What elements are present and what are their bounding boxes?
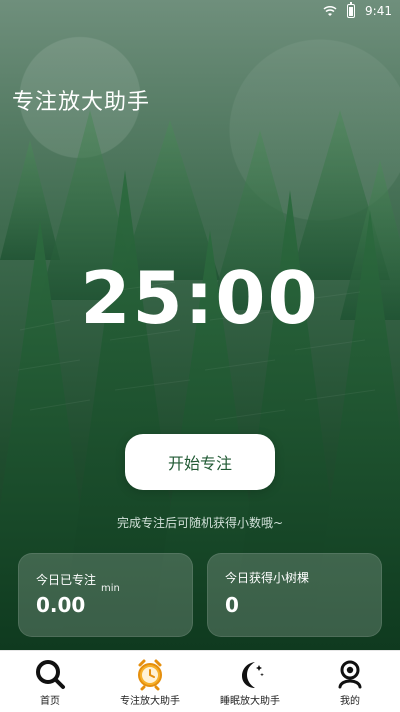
battery-icon <box>347 2 356 18</box>
moon-stars-icon <box>242 662 264 688</box>
user-icon <box>338 660 362 689</box>
tab-sleep-assistant[interactable]: 睡眠放大助手 <box>200 651 300 712</box>
alarm-clock-icon <box>138 659 162 691</box>
tab-home[interactable]: 首页 <box>0 651 100 712</box>
search-icon <box>36 660 65 689</box>
tab-label-sleep-assistant: 睡眠放大助手 <box>220 696 280 707</box>
today-focus-unit: min <box>101 583 120 594</box>
countdown-timer: 25:00 <box>80 256 320 340</box>
today-trees-value: 0 <box>225 593 239 617</box>
today-focus-value: 0.00 <box>36 593 86 617</box>
tab-label-home: 首页 <box>40 696 60 707</box>
status-bar: 9:41 <box>0 0 400 24</box>
tab-focus-assistant[interactable]: 专注放大助手 <box>100 651 200 712</box>
status-icons: 9:41 <box>323 2 392 18</box>
app-screen: 9:41 专注放大助手 25:00 开始专注 完成专注后可随机获得小数哦~ 今日… <box>0 0 400 712</box>
today-trees-label: 今日获得小树棵 <box>225 571 310 585</box>
bottom-tab-bar: 首页 专注放大助手 睡眠放大助手 我的 <box>0 650 400 712</box>
page-title: 专注放大助手 <box>12 90 151 115</box>
hint-text: 完成专注后可随机获得小数哦~ <box>116 516 284 530</box>
today-trees-card: 今日获得小树棵 0 <box>207 553 382 637</box>
today-focus-card: 今日已专注 0.00 min <box>18 553 193 637</box>
status-time: 9:41 <box>365 4 392 18</box>
tab-label-me: 我的 <box>340 696 360 707</box>
tab-me[interactable]: 我的 <box>300 651 400 712</box>
start-focus-button[interactable]: 开始专注 <box>125 434 275 490</box>
today-focus-label: 今日已专注 <box>36 573 97 587</box>
tab-label-focus-assistant: 专注放大助手 <box>120 696 180 707</box>
wifi-icon <box>323 5 337 16</box>
